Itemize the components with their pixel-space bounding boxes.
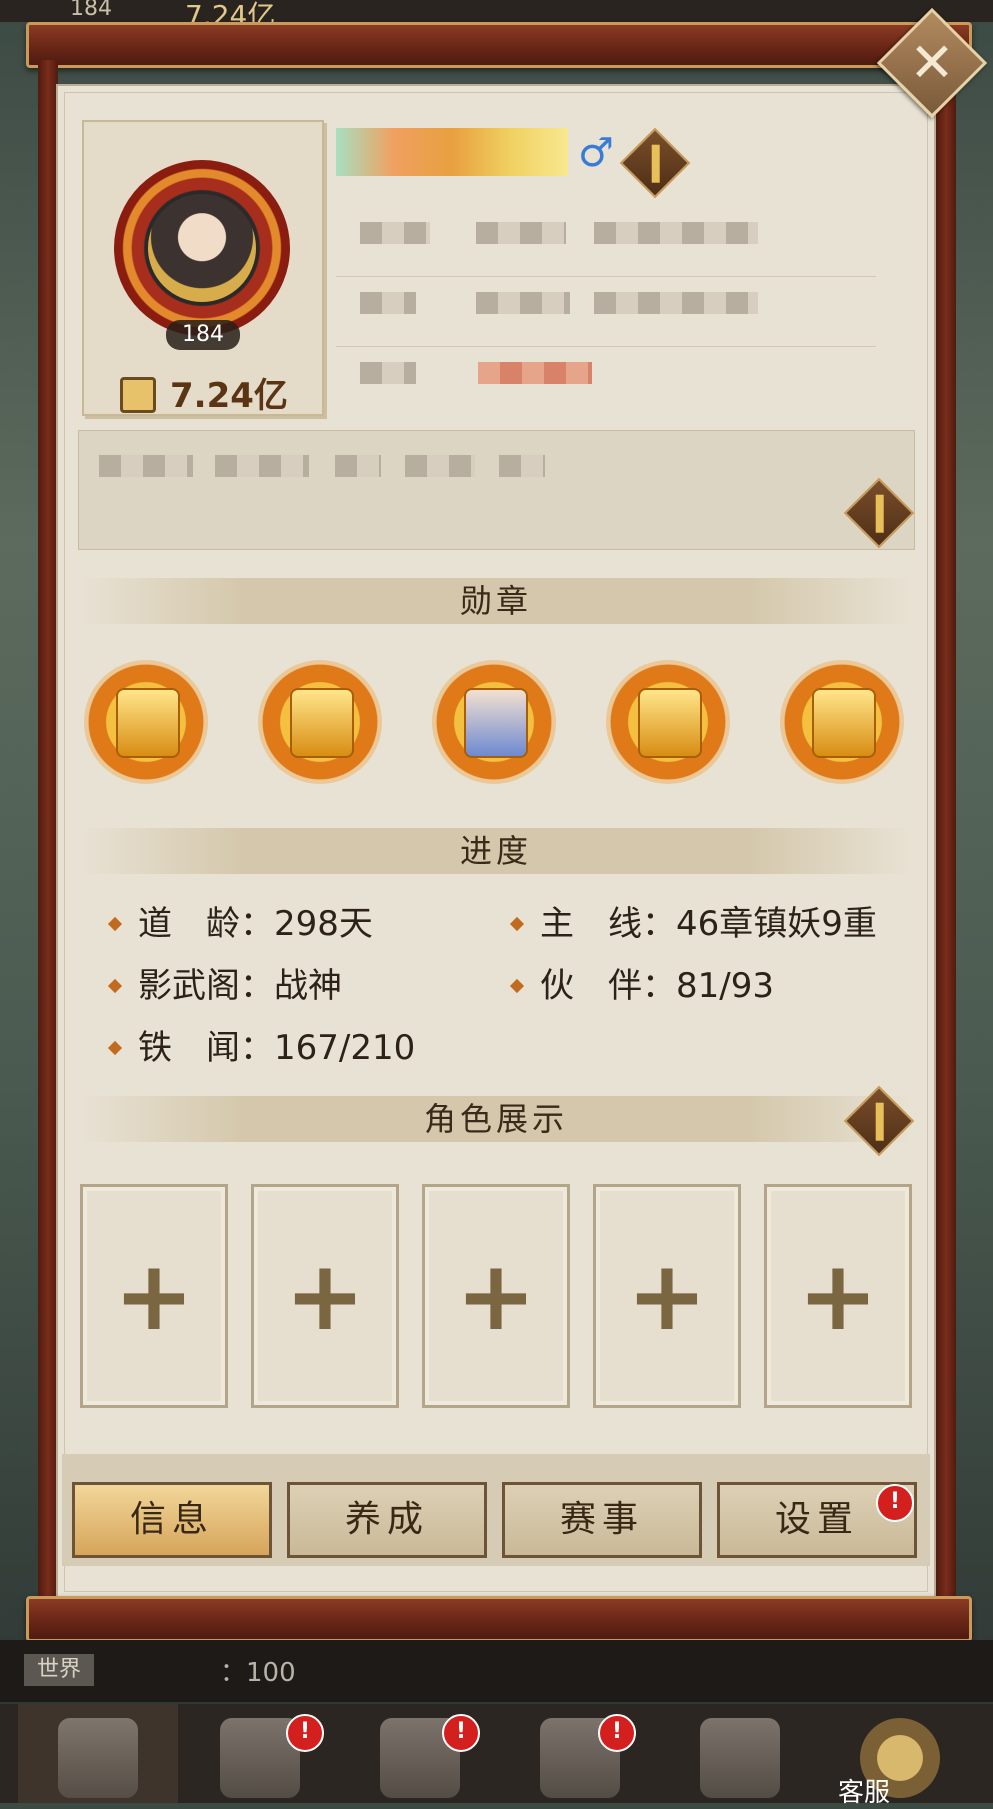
stat-label: 道 龄：	[138, 904, 274, 944]
chat-channel-label: 世界	[24, 1654, 94, 1686]
stat-value: 46章镇妖9重	[676, 904, 877, 944]
nav-alert-badge: !	[598, 1714, 636, 1752]
info-blurred	[594, 292, 758, 314]
medal-emblem	[116, 688, 180, 758]
settings-alert-badge: !	[876, 1484, 914, 1522]
add-icon: +	[455, 1240, 537, 1352]
nav-item-guard[interactable]	[660, 1704, 820, 1803]
nav-item-battle[interactable]	[18, 1704, 178, 1803]
bullet-icon	[509, 916, 525, 932]
signature-blurred	[405, 455, 475, 477]
signature-blurred	[335, 455, 381, 477]
medal-1[interactable]	[84, 660, 208, 784]
info-blurred	[476, 222, 566, 244]
bullet-icon	[107, 1040, 123, 1056]
medal-2[interactable]	[258, 660, 382, 784]
nav-item-equipment[interactable]	[340, 1704, 500, 1803]
medal-emblem	[638, 688, 702, 758]
stat-dao-age: 道 龄：298天	[107, 896, 373, 945]
section-title-medals: 勋章	[80, 578, 912, 624]
avatar	[148, 194, 256, 302]
scroll-rod-top	[26, 22, 972, 68]
bullet-icon	[509, 978, 525, 994]
stat-iron-news: 铁 闻：167/210	[107, 1020, 416, 1069]
background-level: 184	[70, 0, 112, 21]
medal-5[interactable]	[780, 660, 904, 784]
medal-4[interactable]	[606, 660, 730, 784]
showcase-slot-4[interactable]: +	[593, 1184, 741, 1408]
close-icon[interactable]: ✕	[893, 24, 971, 102]
info-divider	[336, 346, 876, 347]
combat-power-value: 7.24亿	[170, 376, 288, 416]
stat-label: 伙 伴：	[540, 966, 676, 1006]
info-blurred	[360, 362, 416, 384]
tab-info[interactable]: 信息	[72, 1482, 272, 1558]
showcase-slot-5[interactable]: +	[764, 1184, 912, 1408]
nav-alert-badge: !	[442, 1714, 480, 1752]
nav-item-sect[interactable]	[500, 1704, 660, 1803]
add-icon: +	[284, 1240, 366, 1352]
info-divider	[336, 276, 876, 277]
showcase-slot-1[interactable]: +	[80, 1184, 228, 1408]
medal-emblem	[812, 688, 876, 758]
stat-shadow-pavilion: 影武阁：战神	[107, 958, 342, 1007]
stat-value: 81/93	[676, 966, 774, 1006]
scroll-side-left	[38, 60, 58, 1600]
add-icon: +	[113, 1240, 195, 1352]
add-icon: +	[626, 1240, 708, 1352]
chat-strip[interactable]: 世界 ：100	[0, 1640, 993, 1702]
info-blurred	[360, 292, 416, 314]
avatar-card[interactable]: 184 7.24亿	[82, 120, 324, 416]
crossed-swords-icon	[58, 1718, 138, 1798]
signature-blurred	[99, 455, 193, 477]
nav-alert-badge: !	[286, 1714, 324, 1752]
stat-label: 铁 闻：	[138, 1028, 274, 1068]
info-blurred	[360, 222, 430, 244]
combat-power: 7.24亿	[120, 368, 288, 417]
signature-blurred	[215, 455, 309, 477]
showcase-slot-3[interactable]: +	[422, 1184, 570, 1408]
customer-service-label: 客服	[838, 1778, 891, 1808]
stat-label: 影武阁：	[138, 966, 274, 1006]
player-name-blurred	[336, 128, 568, 176]
info-blurred	[476, 292, 570, 314]
chat-message: ：100	[220, 1658, 296, 1688]
medal-3[interactable]	[432, 660, 556, 784]
bullet-icon	[107, 978, 123, 994]
stat-value: 战神	[274, 966, 342, 1006]
medal-emblem	[290, 688, 354, 758]
tab-develop[interactable]: 养成	[287, 1482, 487, 1558]
scroll-rod-bottom	[26, 1596, 972, 1642]
section-title-showcase: 角色展示	[80, 1096, 912, 1142]
stat-value: 167/210	[274, 1028, 416, 1068]
stat-label: 主 线：	[540, 904, 676, 944]
scroll-side-right	[936, 60, 956, 1600]
signature-box	[78, 430, 915, 550]
stat-main-story: 主 线：46章镇妖9重	[509, 896, 877, 945]
stat-value: 298天	[274, 904, 373, 944]
info-blurred	[594, 222, 758, 244]
stat-partners: 伙 伴：81/93	[509, 958, 774, 1007]
male-icon: ♂	[578, 130, 614, 176]
signature-blurred	[499, 455, 545, 477]
tab-events[interactable]: 赛事	[502, 1482, 702, 1558]
add-icon: +	[797, 1240, 879, 1352]
level-badge: 184	[166, 320, 240, 350]
info-blurred	[478, 362, 592, 384]
mask-icon	[700, 1718, 780, 1798]
section-title-progress: 进度	[80, 828, 912, 874]
medal-emblem	[464, 688, 528, 758]
background-hud: 184 7.24亿	[0, 0, 993, 32]
showcase-slot-2[interactable]: +	[251, 1184, 399, 1408]
bullet-icon	[107, 916, 123, 932]
combat-power-icon	[120, 376, 156, 413]
